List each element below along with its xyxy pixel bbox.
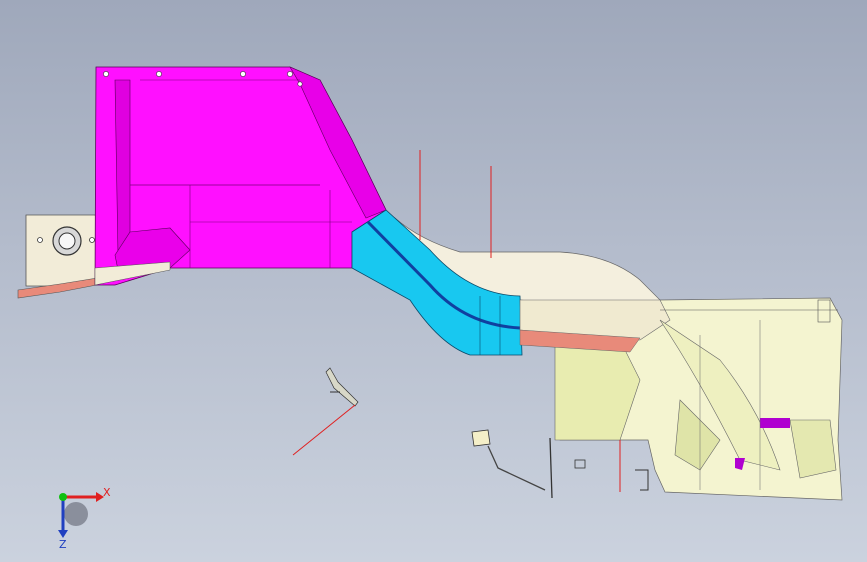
axis-triad: X Z xyxy=(58,486,111,550)
z-axis-label: Z xyxy=(59,538,67,550)
loose-bracket-small[interactable] xyxy=(292,367,359,456)
y-axis-dot xyxy=(59,493,67,501)
z-axis-arrowhead xyxy=(58,530,68,538)
cad-model-scene[interactable] xyxy=(0,0,867,562)
magenta-side-panel[interactable] xyxy=(94,66,387,286)
cad-viewport[interactable]: X Z xyxy=(0,0,867,562)
rear-assembly-part[interactable] xyxy=(519,297,843,501)
triad-shadow xyxy=(64,502,88,526)
x-axis-label: X xyxy=(103,486,111,499)
